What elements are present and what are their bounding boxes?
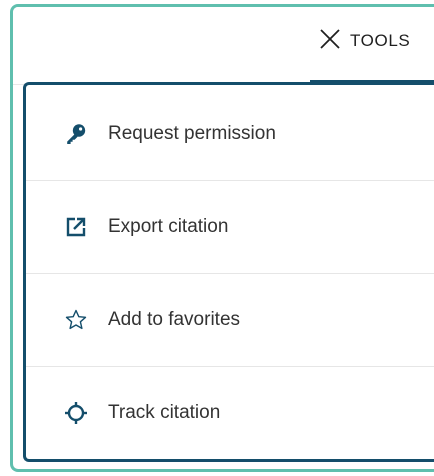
- menu-item-label: Export citation: [108, 216, 229, 237]
- key-icon: [64, 122, 88, 146]
- menu-item-add-to-favorites[interactable]: Add to favorites: [26, 274, 434, 367]
- close-icon[interactable]: [320, 29, 340, 49]
- tools-tab-label: TOOLS: [350, 31, 411, 50]
- crosshair-icon: [64, 401, 88, 425]
- panel-header: TOOLS: [13, 7, 434, 85]
- tools-dropdown-menu: Request permission Export citation Add t…: [23, 82, 434, 462]
- star-icon: [64, 308, 88, 332]
- menu-item-export-citation[interactable]: Export citation: [26, 181, 434, 274]
- menu-item-label: Request permission: [108, 123, 276, 144]
- menu-item-label: Add to favorites: [108, 309, 241, 330]
- menu-item-request-permission[interactable]: Request permission: [26, 88, 434, 181]
- external-link-icon: [64, 215, 88, 239]
- tools-tab[interactable]: TOOLS: [310, 7, 434, 85]
- menu-item-label: Track citation: [108, 402, 221, 423]
- menu-item-track-citation[interactable]: Track citation: [26, 367, 434, 459]
